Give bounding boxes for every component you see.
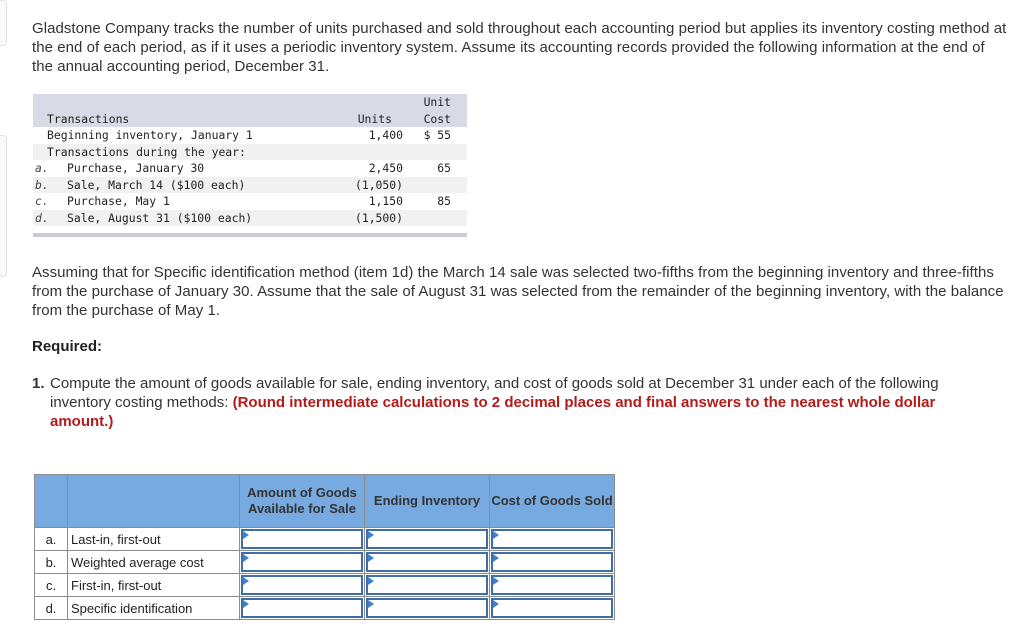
answer-row-fifo: c. First-in, first-out (34, 573, 615, 597)
txn-label: Sale, March 14 ($100 each) (67, 177, 246, 192)
input-flag-icon (243, 600, 249, 608)
row-letter: a. (34, 527, 68, 551)
txn-row: d. Sale, August 31 ($100 each) (1,500) (33, 209, 467, 226)
side-tab-top (0, 0, 7, 46)
answer-row-lifo: a. Last-in, first-out (34, 527, 615, 551)
lifo-cogs-input[interactable] (493, 531, 611, 547)
row-letter: b. (34, 550, 68, 574)
txn-letter: d. (35, 210, 49, 225)
required-heading: Required: (32, 338, 103, 355)
answer-row-specific-identification: d. Specific identification (34, 596, 615, 620)
txn-label: Purchase, May 1 (67, 194, 170, 208)
input-flag-icon (243, 554, 249, 562)
txn-units: (1,500) (354, 210, 403, 225)
answer-table-header: Amount of Goods Available for Sale Endin… (34, 474, 615, 528)
header-transactions: Transactions (47, 111, 130, 126)
input-flag-icon (493, 577, 499, 585)
header-method-blank (67, 474, 240, 528)
input-flag-icon (243, 531, 249, 539)
header-goods-available: Amount of Goods Available for Sale (239, 474, 365, 528)
txn-letter: c. (35, 194, 49, 208)
txn-row: b. Sale, March 14 ($100 each) (1,050) (33, 176, 467, 193)
txn-row: Transactions during the year: (33, 143, 467, 160)
requirement-1: 1. Compute the amount of goods available… (32, 374, 1000, 431)
txn-row: c. Purchase, May 1 1,150 85 (33, 193, 467, 210)
txn-units: 2,450 (368, 161, 403, 175)
wac-goods-available-input[interactable] (243, 554, 361, 570)
transactions-table: Transactions Units Unit Cost Beginning i… (33, 94, 467, 237)
header-unit-cost-line1: Unit (423, 95, 451, 109)
wac-cogs-input[interactable] (493, 554, 611, 570)
txn-label: Sale, August 31 ($100 each) (67, 210, 253, 225)
specific-cogs-input[interactable] (493, 600, 611, 616)
wac-ending-inventory-input[interactable] (368, 554, 486, 570)
txn-cost: $ 55 (423, 128, 451, 142)
input-flag-icon (368, 531, 374, 539)
txn-letter: b. (35, 177, 49, 192)
fifo-ending-inventory-input[interactable] (368, 577, 486, 593)
row-method: Weighted average cost (67, 550, 240, 574)
specific-goods-available-input[interactable] (243, 600, 361, 616)
txn-label: Purchase, January 30 (67, 161, 205, 175)
input-flag-icon (368, 577, 374, 585)
row-method: Specific identification (67, 596, 240, 620)
row-method: Last-in, first-out (67, 527, 240, 551)
input-flag-icon (368, 554, 374, 562)
requirement-number: 1. (32, 375, 45, 392)
intro-paragraph: Gladstone Company tracks the number of u… (32, 20, 1007, 75)
header-letter-blank (34, 474, 68, 528)
txn-units: 1,150 (368, 194, 403, 208)
row-method: First-in, first-out (67, 573, 240, 597)
header-ending-inventory: Ending Inventory (364, 474, 490, 528)
txn-units: 1,400 (368, 128, 403, 142)
fifo-cogs-input[interactable] (493, 577, 611, 593)
header-cogs: Cost of Goods Sold (489, 474, 615, 528)
txn-row: Beginning inventory, January 1 1,400 $ 5… (33, 127, 467, 144)
specific-ending-inventory-input[interactable] (368, 600, 486, 616)
txn-cost: 85 (437, 194, 451, 208)
txn-label: Transactions during the year: (47, 144, 246, 159)
txn-letter: a. (35, 161, 49, 175)
txn-label: Beginning inventory, January 1 (47, 128, 253, 142)
answer-row-weighted-average: b. Weighted average cost (34, 550, 615, 574)
transactions-table-footer-bar (33, 233, 467, 237)
lifo-ending-inventory-input[interactable] (368, 531, 486, 547)
header-units: Units (357, 111, 392, 126)
lifo-goods-available-input[interactable] (243, 531, 361, 547)
assumption-paragraph: Assuming that for Specific identificatio… (32, 264, 1004, 319)
input-flag-icon (243, 577, 249, 585)
input-flag-icon (493, 531, 499, 539)
fifo-goods-available-input[interactable] (243, 577, 361, 593)
txn-cost: 65 (437, 161, 451, 175)
answer-table: Amount of Goods Available for Sale Endin… (34, 474, 615, 620)
txn-units: (1,050) (354, 177, 403, 192)
row-letter: c. (34, 573, 68, 597)
transactions-table-header: Transactions Units Unit Cost (33, 94, 467, 127)
side-tab-middle (0, 135, 7, 277)
row-letter: d. (34, 596, 68, 620)
input-flag-icon (368, 600, 374, 608)
input-flag-icon (493, 554, 499, 562)
input-flag-icon (493, 600, 499, 608)
header-unit-cost-line2: Cost (423, 111, 451, 126)
txn-row: a. Purchase, January 30 2,450 65 (33, 160, 467, 177)
